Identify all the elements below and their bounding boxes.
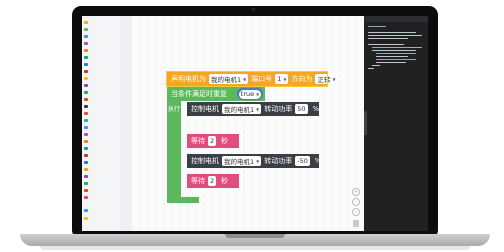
block-flyout — [120, 16, 132, 231]
sidebar-item[interactable] — [84, 146, 90, 150]
sidebar-item[interactable] — [84, 90, 90, 94]
code-panel-header — [364, 16, 428, 22]
condition-pill[interactable]: true ▼ — [237, 88, 263, 100]
control-motor-label: 控制电机 — [191, 105, 219, 113]
sidebar-item[interactable] — [84, 208, 90, 212]
seconds-unit: 秒 — [221, 177, 229, 185]
minus-icon[interactable]: − — [352, 208, 360, 216]
percent-unit: % — [312, 105, 320, 113]
category-sidebar — [82, 16, 121, 231]
power-label: 转动功率 — [264, 157, 293, 165]
chevron-down-icon: ▼ — [332, 76, 336, 82]
sidebar-item[interactable] — [84, 139, 90, 143]
control-motor-label: 控制电机 — [191, 157, 219, 165]
code-panel — [364, 16, 428, 231]
app-screen: 声明电机为 我的电机1 ▼ 端口号 1 ▼ 方向为 正转 ▼ 当条件满足时重复 tru… — [82, 16, 428, 231]
sidebar-item[interactable] — [84, 41, 90, 45]
code-line — [368, 68, 374, 70]
sidebar-item[interactable] — [84, 181, 90, 185]
port-label: 端口号 — [251, 75, 273, 83]
sidebar-item[interactable] — [84, 55, 90, 59]
loop-body-arm: 执行 — [167, 101, 181, 197]
chevron-down-icon: ▼ — [256, 91, 260, 97]
wait-label: 等待 — [191, 137, 205, 145]
seconds-unit: 秒 — [221, 137, 229, 145]
base-notch — [225, 234, 285, 238]
sidebar-item[interactable] — [84, 153, 90, 157]
sidebar-item[interactable] — [84, 111, 90, 115]
sidebar-item[interactable] — [84, 188, 90, 192]
laptop-base — [20, 234, 490, 246]
percent-unit: % — [314, 157, 322, 165]
sidebar-item[interactable] — [84, 48, 90, 52]
chevron-down-icon: ▼ — [256, 106, 260, 112]
chevron-down-icon: ▼ — [243, 76, 247, 82]
loop-footer — [167, 197, 199, 203]
sidebar-item[interactable] — [84, 174, 90, 178]
chevron-down-icon: ▼ — [256, 158, 260, 164]
sidebar-item[interactable] — [84, 125, 90, 129]
power-label: 转动功率 — [264, 105, 293, 113]
wait-label: 等待 — [191, 177, 205, 185]
motor-dropdown[interactable]: 我的电机1 ▼ — [222, 104, 262, 114]
code-line — [376, 56, 408, 58]
plus-icon[interactable]: + — [352, 188, 360, 196]
code-line — [368, 38, 408, 40]
code-line — [372, 50, 416, 52]
code-line — [376, 59, 416, 61]
sidebar-item[interactable] — [84, 216, 90, 220]
sidebar-item[interactable] — [84, 69, 90, 73]
sidebar-item[interactable] — [84, 132, 90, 136]
direction-dropdown[interactable]: 正转 ▼ — [315, 74, 338, 84]
power-input[interactable]: -50 — [295, 156, 310, 166]
wait-block-1[interactable]: 等待 2 秒 — [187, 134, 239, 148]
declare-label: 声明电机为 — [171, 75, 206, 83]
code-line — [368, 26, 386, 28]
trash-icon[interactable] — [353, 220, 359, 227]
loop-label: 当条件满足时重复 — [171, 90, 227, 98]
webcam — [252, 8, 255, 11]
panel-resize-handle[interactable] — [364, 111, 367, 135]
control-motor-block-2[interactable]: 控制电机 我的电机1 ▼ 转动功率 -50 % — [187, 154, 322, 168]
power-input[interactable]: 50 — [295, 104, 308, 114]
sidebar-item[interactable] — [84, 160, 90, 164]
target-icon[interactable]: · — [352, 198, 360, 206]
sidebar-item[interactable] — [84, 34, 90, 38]
seconds-input[interactable]: 2 — [208, 176, 217, 186]
declare-motor-block[interactable]: 声明电机为 我的电机1 ▼ 端口号 1 ▼ 方向为 正转 ▼ — [166, 71, 338, 87]
condition-dropdown[interactable]: true ▼ — [238, 89, 262, 99]
sidebar-item[interactable] — [84, 118, 90, 122]
seconds-input[interactable]: 2 — [208, 136, 217, 146]
base-shadow — [40, 246, 470, 250]
code-line — [376, 62, 406, 64]
sidebar-item[interactable] — [84, 20, 90, 24]
sidebar-item[interactable] — [84, 76, 90, 80]
motor-dropdown[interactable]: 我的电机1 ▼ — [209, 74, 249, 84]
code-line — [368, 35, 422, 37]
sidebar-item[interactable] — [84, 195, 90, 199]
sidebar-item[interactable] — [84, 83, 90, 87]
do-label: 执行 — [168, 106, 181, 113]
wait-block-2[interactable]: 等待 2 秒 — [187, 174, 239, 188]
port-dropdown[interactable]: 1 ▼ — [275, 74, 289, 84]
control-motor-block-1[interactable]: 控制电机 我的电机1 ▼ 转动功率 50 % — [187, 102, 319, 116]
sidebar-item[interactable] — [84, 167, 90, 171]
motor-dropdown[interactable]: 我的电机1 ▼ — [222, 156, 262, 166]
code-line — [372, 65, 380, 67]
code-line — [376, 53, 416, 55]
code-line — [368, 32, 416, 34]
sidebar-item[interactable] — [84, 62, 90, 66]
sidebar-item[interactable] — [84, 27, 90, 31]
code-line — [372, 47, 422, 49]
direction-label: 方向为 — [291, 75, 313, 83]
sidebar-item[interactable] — [84, 104, 90, 108]
sidebar-item[interactable] — [84, 97, 90, 101]
code-line — [368, 44, 404, 46]
chevron-down-icon: ▼ — [283, 76, 287, 82]
block-workspace[interactable]: 声明电机为 我的电机1 ▼ 端口号 1 ▼ 方向为 正转 ▼ 当条件满足时重复 tru… — [120, 16, 364, 231]
